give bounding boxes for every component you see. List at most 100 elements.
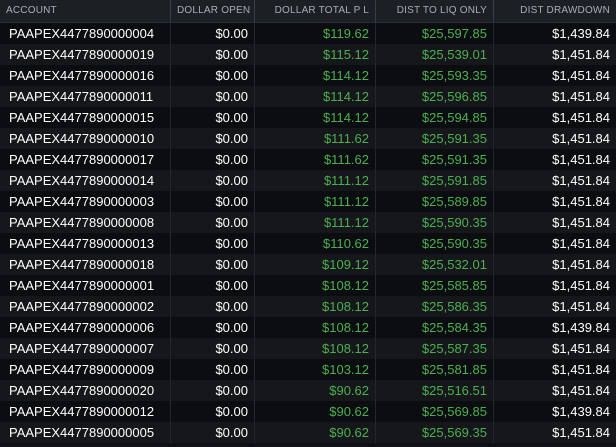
table-row[interactable]: PAAPEX4477890000020 $0.00 $90.62 $25,516.51… bbox=[0, 380, 616, 401]
dist-drawdown-cell: $1,451.84 bbox=[552, 341, 610, 356]
account-cell: PAAPEX4477890000010 bbox=[0, 128, 171, 149]
dollar-total-pl-cell: $108.12 bbox=[255, 275, 376, 296]
table-header: ACCOUNT DOLLAR OPEN DOLLAR TOTAL P L DIS… bbox=[0, 0, 616, 23]
column-header-account[interactable]: ACCOUNT bbox=[0, 0, 171, 22]
dollar-open-cell: $0.00 bbox=[171, 86, 255, 107]
dollar-total-pl-cell: $115.12 bbox=[255, 44, 376, 65]
dollar-total-pl-cell: $114.12 bbox=[255, 65, 376, 86]
dollar-total-pl-cell: $108.12 bbox=[255, 296, 376, 317]
table-row[interactable]: PAAPEX4477890000005 $0.00 $90.62 $25,569.35… bbox=[0, 422, 616, 443]
dist-drawdown-cell: $1,451.84 bbox=[552, 173, 610, 188]
dollar-total-pl-cell: $110.62 bbox=[255, 233, 376, 254]
dollar-total-pl-cell: $108.12 bbox=[255, 317, 376, 338]
dist-drawdown-cell: $1,451.84 bbox=[552, 425, 610, 440]
account-cell: PAAPEX4477890000002 bbox=[0, 296, 171, 317]
dollar-total-pl-cell: $114.12 bbox=[255, 107, 376, 128]
dist-to-liq-cell: $25,589.85 bbox=[376, 191, 494, 212]
dist-to-liq-cell: $25,569.35 bbox=[376, 422, 494, 443]
column-header-dist-drawdown[interactable]: DIST DRAWDOWN bbox=[494, 0, 616, 22]
account-cell: PAAPEX4477890000013 bbox=[0, 233, 171, 254]
dist-to-liq-cell: $25,569.85 bbox=[376, 401, 494, 422]
dollar-total-pl-cell: $111.62 bbox=[255, 128, 376, 149]
dist-drawdown-cell: $1,451.84 bbox=[552, 68, 610, 83]
dist-drawdown-cell: $1,451.84 bbox=[552, 383, 610, 398]
dist-drawdown-cell: $1,451.84 bbox=[552, 278, 610, 293]
dollar-open-cell: $0.00 bbox=[171, 128, 255, 149]
dollar-total-pl-cell: $111.62 bbox=[255, 149, 376, 170]
table-row[interactable]: PAAPEX4477890000013 $0.00 $110.62 $25,590.3… bbox=[0, 233, 616, 254]
dist-drawdown-cell: $1,439.84 bbox=[552, 26, 610, 41]
dollar-open-cell: $0.00 bbox=[171, 233, 255, 254]
dist-to-liq-cell: $25,587.35 bbox=[376, 338, 494, 359]
dist-drawdown-cell: $1,451.84 bbox=[552, 47, 610, 62]
dollar-total-pl-cell: $111.12 bbox=[255, 170, 376, 191]
dollar-open-cell: $0.00 bbox=[171, 107, 255, 128]
dollar-total-pl-cell: $111.12 bbox=[255, 212, 376, 233]
table-row[interactable]: PAAPEX4477890000003 $0.00 $111.12 $25,589.8… bbox=[0, 191, 616, 212]
table-row[interactable]: PAAPEX4477890000007 $0.00 $108.12 $25,587.3… bbox=[0, 338, 616, 359]
dist-to-liq-cell: $25,591.35 bbox=[376, 149, 494, 170]
dist-drawdown-cell: $1,439.84 bbox=[552, 404, 610, 419]
table-row[interactable]: PAAPEX4477890000009 $0.00 $103.12 $25,581.8… bbox=[0, 359, 616, 380]
dollar-total-pl-cell: $111.12 bbox=[255, 191, 376, 212]
dollar-open-cell: $0.00 bbox=[171, 65, 255, 86]
account-cell: PAAPEX4477890000005 bbox=[0, 422, 171, 443]
dist-to-liq-cell: $25,532.01 bbox=[376, 254, 494, 275]
dollar-total-pl-cell: $119.62 bbox=[255, 23, 376, 44]
dollar-open-cell: $0.00 bbox=[171, 170, 255, 191]
dollar-open-cell: $0.00 bbox=[171, 338, 255, 359]
table-row[interactable]: PAAPEX4477890000001 $0.00 $108.12 $25,585.8… bbox=[0, 275, 616, 296]
table-row[interactable]: PAAPEX4477890000011 $0.00 $114.12 $25,596.8… bbox=[0, 86, 616, 107]
dist-drawdown-cell: $1,451.84 bbox=[552, 299, 610, 314]
account-cell: PAAPEX4477890000004 bbox=[0, 23, 171, 44]
table-row[interactable]: PAAPEX4477890000018 $0.00 $109.12 $25,532.0… bbox=[0, 254, 616, 275]
dollar-open-cell: $0.00 bbox=[171, 23, 255, 44]
column-header-dollar-total-pl[interactable]: DOLLAR TOTAL P L bbox=[255, 0, 376, 22]
table-row[interactable]: PAAPEX4477890000002 $0.00 $108.12 $25,586.3… bbox=[0, 296, 616, 317]
dist-to-liq-cell: $25,581.85 bbox=[376, 359, 494, 380]
table-row[interactable]: PAAPEX4477890000006 $0.00 $108.12 $25,584.3… bbox=[0, 317, 616, 338]
table-row[interactable]: PAAPEX4477890000019 $0.00 $115.12 $25,539.0… bbox=[0, 44, 616, 65]
dist-drawdown-cell: $1,451.84 bbox=[552, 110, 610, 125]
dist-to-liq-cell: $25,591.85 bbox=[376, 170, 494, 191]
dollar-open-cell: $0.00 bbox=[171, 212, 255, 233]
table-row[interactable]: PAAPEX4477890000008 $0.00 $111.12 $25,590.3… bbox=[0, 212, 616, 233]
dist-to-liq-cell: $25,539.01 bbox=[376, 44, 494, 65]
table-row[interactable]: PAAPEX4477890000014 $0.00 $111.12 $25,591.8… bbox=[0, 170, 616, 191]
dollar-open-cell: $0.00 bbox=[171, 359, 255, 380]
dist-to-liq-cell: $25,596.85 bbox=[376, 86, 494, 107]
dist-drawdown-cell: $1,451.84 bbox=[552, 194, 610, 209]
account-cell: PAAPEX4477890000009 bbox=[0, 359, 171, 380]
dist-drawdown-cell: $1,451.84 bbox=[552, 257, 610, 272]
account-cell: PAAPEX4477890000014 bbox=[0, 170, 171, 191]
dollar-total-pl-cell: $109.12 bbox=[255, 254, 376, 275]
table-row[interactable]: PAAPEX4477890000016 $0.00 $114.12 $25,593.3… bbox=[0, 65, 616, 86]
account-cell: PAAPEX4477890000007 bbox=[0, 338, 171, 359]
accounts-table: ACCOUNT DOLLAR OPEN DOLLAR TOTAL P L DIS… bbox=[0, 0, 616, 447]
dist-to-liq-cell: $25,593.35 bbox=[376, 65, 494, 86]
dist-drawdown-cell: $1,451.84 bbox=[552, 362, 610, 377]
dollar-total-pl-cell: $114.12 bbox=[255, 86, 376, 107]
dollar-total-pl-cell: $90.62 bbox=[255, 401, 376, 422]
account-cell: PAAPEX4477890000019 bbox=[0, 44, 171, 65]
dollar-total-pl-cell: $108.12 bbox=[255, 338, 376, 359]
table-row[interactable]: PAAPEX4477890000017 $0.00 $111.62 $25,591.3… bbox=[0, 149, 616, 170]
table-row[interactable]: PAAPEX4477890000015 $0.00 $114.12 $25,594.8… bbox=[0, 107, 616, 128]
dollar-open-cell: $0.00 bbox=[171, 191, 255, 212]
dollar-total-pl-cell: $90.62 bbox=[255, 380, 376, 401]
account-cell: PAAPEX4477890000008 bbox=[0, 212, 171, 233]
account-cell: PAAPEX4477890000001 bbox=[0, 275, 171, 296]
column-header-dollar-open[interactable]: DOLLAR OPEN bbox=[171, 0, 255, 22]
table-row[interactable]: PAAPEX4477890000012 $0.00 $90.62 $25,569.85… bbox=[0, 401, 616, 422]
column-header-dist-to-liq-only[interactable]: DIST TO LIQ ONLY bbox=[376, 0, 494, 22]
table-row[interactable]: PAAPEX4477890000004 $0.00 $119.62 $25,597.8… bbox=[0, 23, 616, 44]
dist-drawdown-cell: $1,451.84 bbox=[552, 89, 610, 104]
account-cell: PAAPEX4477890000017 bbox=[0, 149, 171, 170]
dist-drawdown-cell: $1,451.84 bbox=[552, 236, 610, 251]
dist-drawdown-cell: $1,451.84 bbox=[552, 131, 610, 146]
dollar-open-cell: $0.00 bbox=[171, 254, 255, 275]
dist-to-liq-cell: $25,585.85 bbox=[376, 275, 494, 296]
table-row[interactable]: PAAPEX4477890000010 $0.00 $111.62 $25,591.3… bbox=[0, 128, 616, 149]
dist-drawdown-cell: $1,439.84 bbox=[552, 320, 610, 335]
account-cell: PAAPEX4477890000011 bbox=[0, 86, 171, 107]
